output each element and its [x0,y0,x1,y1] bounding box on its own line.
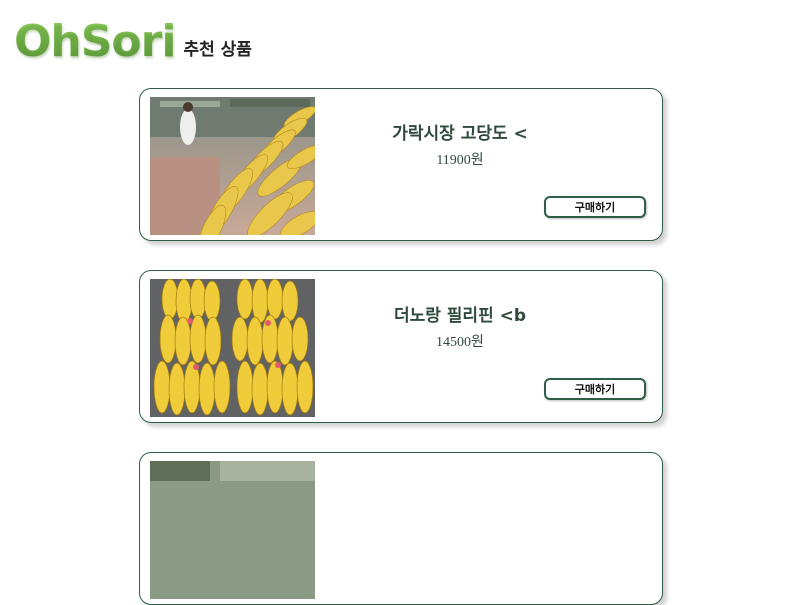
buy-button[interactable]: 구매하기 [544,196,646,218]
product-name[interactable]: 가락시장 고당도 < [330,119,590,144]
header: OhSori 추천 상품 [14,6,252,66]
product-image-banana-bunches [150,279,315,417]
product-card: 더노랑 필리핀 <b 14500원 구매하기 [139,270,663,423]
page-title: 추천 상품 [183,40,252,60]
product-image-banana-market [150,97,315,235]
product-card: 가락시장 고당도 < 11900원 구매하기 [139,88,663,241]
product-price: 11900원 [436,153,484,168]
buy-button[interactable]: 구매하기 [544,378,646,400]
product-card [139,452,663,605]
product-image [150,461,315,599]
product-name[interactable]: 더노랑 필리핀 <b [330,301,590,326]
logo[interactable]: OhSori [14,18,176,66]
product-price: 14500원 [436,335,484,350]
